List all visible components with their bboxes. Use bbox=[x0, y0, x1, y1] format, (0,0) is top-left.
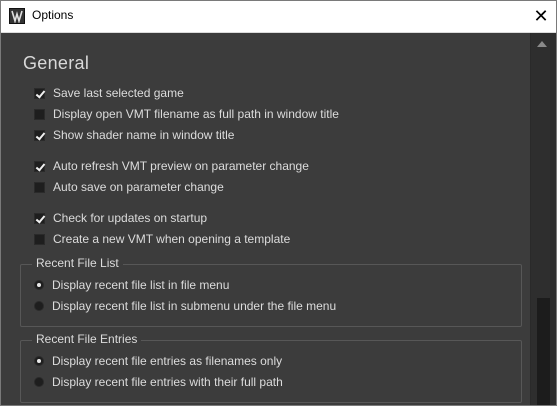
app-logo-icon bbox=[9, 8, 25, 24]
checkbox-checked[interactable] bbox=[34, 87, 45, 99]
radio-option-filenames-only[interactable]: Display recent file entries as filenames… bbox=[34, 353, 282, 369]
checkbox-checked[interactable] bbox=[34, 212, 45, 224]
option-label: Save last selected game bbox=[53, 86, 184, 100]
option-save-last-game[interactable]: Save last selected game bbox=[34, 85, 184, 101]
title-bar: Options ✕ bbox=[1, 1, 556, 33]
checkbox-unchecked[interactable] bbox=[34, 108, 45, 120]
options-window: Options ✕ General Save last selected gam… bbox=[0, 0, 557, 406]
checkbox-unchecked[interactable] bbox=[34, 181, 45, 193]
option-label: Check for updates on startup bbox=[53, 211, 208, 225]
option-label: Display recent file list in submenu unde… bbox=[52, 299, 337, 313]
section-heading-general: General bbox=[23, 53, 90, 73]
group-recent-file-entries: Recent File Entries Display recent file … bbox=[20, 332, 522, 403]
radio-option-full-path[interactable]: Display recent file entries with their f… bbox=[34, 374, 283, 390]
options-content: General Save last selected game Display … bbox=[1, 33, 530, 405]
option-label: Display recent file list in file menu bbox=[52, 278, 230, 292]
group-title: Recent File List bbox=[32, 256, 123, 270]
option-label: Display recent file entries with their f… bbox=[52, 375, 283, 389]
checkbox-unchecked[interactable] bbox=[34, 233, 45, 245]
option-display-full-path[interactable]: Display open VMT filename as full path i… bbox=[34, 106, 339, 122]
radio-selected[interactable] bbox=[34, 356, 44, 366]
option-check-updates[interactable]: Check for updates on startup bbox=[34, 210, 207, 226]
close-icon[interactable]: ✕ bbox=[526, 1, 556, 32]
option-label: Show shader name in window title bbox=[53, 128, 235, 142]
option-label: Auto save on parameter change bbox=[53, 180, 224, 194]
checkbox-checked[interactable] bbox=[34, 129, 45, 141]
radio-option-file-menu[interactable]: Display recent file list in file menu bbox=[34, 277, 229, 293]
group-recent-file-list: Recent File List Display recent file lis… bbox=[20, 256, 522, 327]
radio-unselected[interactable] bbox=[34, 301, 44, 311]
checkbox-checked[interactable] bbox=[34, 160, 45, 172]
option-label: Display recent file entries as filenames… bbox=[52, 354, 283, 368]
vertical-scrollbar[interactable] bbox=[530, 33, 556, 405]
option-auto-refresh-preview[interactable]: Auto refresh VMT preview on parameter ch… bbox=[34, 158, 309, 174]
group-title: Recent File Entries bbox=[32, 332, 142, 346]
option-label: Display open VMT filename as full path i… bbox=[53, 107, 339, 121]
window-title: Options bbox=[32, 8, 74, 22]
radio-selected[interactable] bbox=[34, 280, 44, 290]
option-label: Auto refresh VMT preview on parameter ch… bbox=[53, 159, 309, 173]
option-show-shader-name[interactable]: Show shader name in window title bbox=[34, 127, 234, 143]
scroll-thumb[interactable] bbox=[537, 298, 550, 405]
option-auto-save[interactable]: Auto save on parameter change bbox=[34, 179, 224, 195]
scroll-up-arrow-icon[interactable] bbox=[537, 41, 547, 47]
radio-unselected[interactable] bbox=[34, 377, 44, 387]
radio-option-submenu[interactable]: Display recent file list in submenu unde… bbox=[34, 298, 336, 314]
option-label: Create a new VMT when opening a template bbox=[53, 232, 291, 246]
option-new-vmt-from-template[interactable]: Create a new VMT when opening a template bbox=[34, 231, 290, 247]
